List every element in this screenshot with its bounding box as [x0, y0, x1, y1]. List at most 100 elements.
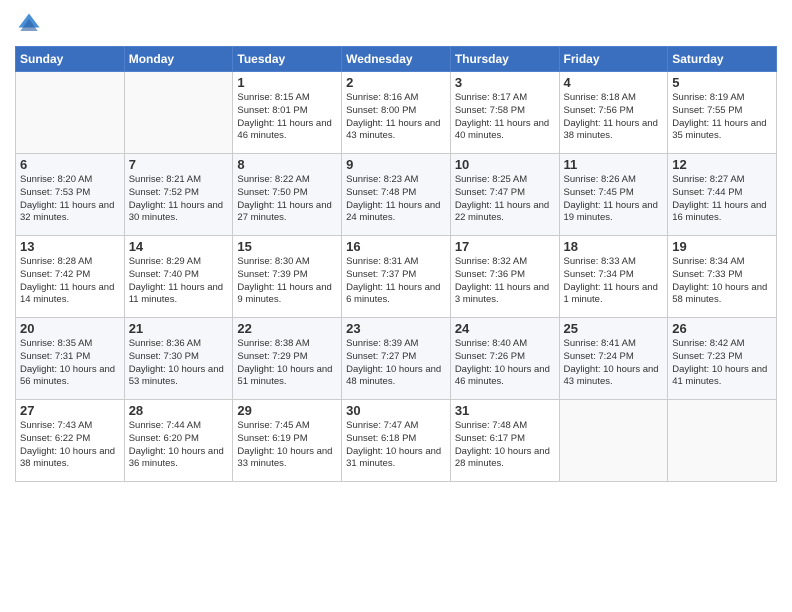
- day-number: 2: [346, 75, 446, 90]
- weekday-header-saturday: Saturday: [668, 47, 777, 72]
- calendar-cell: [559, 400, 668, 482]
- day-info: Sunrise: 8:15 AM Sunset: 8:01 PM Dayligh…: [237, 92, 337, 143]
- calendar-cell: 18 Sunrise: 8:33 AM Sunset: 7:34 PM Dayli…: [559, 236, 668, 318]
- calendar-cell: 29 Sunrise: 7:45 AM Sunset: 6:19 PM Dayli…: [233, 400, 342, 482]
- day-info: Sunrise: 8:17 AM Sunset: 7:58 PM Dayligh…: [455, 92, 555, 143]
- day-number: 7: [129, 157, 229, 172]
- day-info: Sunrise: 7:43 AM Sunset: 6:22 PM Dayligh…: [20, 420, 120, 471]
- day-number: 12: [672, 157, 772, 172]
- day-number: 16: [346, 239, 446, 254]
- weekday-header-tuesday: Tuesday: [233, 47, 342, 72]
- weekday-header-sunday: Sunday: [16, 47, 125, 72]
- header: [15, 10, 777, 38]
- calendar-cell: 20Sunrise: 8:35 AM Sunset: 7:31 PM Dayli…: [16, 318, 125, 400]
- day-number: 31: [455, 403, 555, 418]
- day-number: 9: [346, 157, 446, 172]
- weekday-header-row: SundayMondayTuesdayWednesdayThursdayFrid…: [16, 47, 777, 72]
- day-number: 14: [129, 239, 229, 254]
- day-number: 5: [672, 75, 772, 90]
- day-info: Sunrise: 8:33 AM Sunset: 7:34 PM Dayligh…: [564, 256, 664, 307]
- day-number: 13: [20, 239, 120, 254]
- calendar-cell: 25Sunrise: 8:41 AM Sunset: 7:24 PM Dayli…: [559, 318, 668, 400]
- week-row-2: 6Sunrise: 8:20 AM Sunset: 7:53 PM Daylig…: [16, 154, 777, 236]
- calendar-cell: 13 Sunrise: 8:28 AM Sunset: 7:42 PM Dayli…: [16, 236, 125, 318]
- calendar-cell: [16, 72, 125, 154]
- calendar-cell: [124, 72, 233, 154]
- calendar: SundayMondayTuesdayWednesdayThursdayFrid…: [15, 46, 777, 482]
- calendar-cell: 3 Sunrise: 8:17 AM Sunset: 7:58 PM Daylig…: [450, 72, 559, 154]
- day-number: 1: [237, 75, 337, 90]
- day-info: Sunrise: 8:28 AM Sunset: 7:42 PM Dayligh…: [20, 256, 120, 307]
- calendar-cell: 1 Sunrise: 8:15 AM Sunset: 8:01 PM Daylig…: [233, 72, 342, 154]
- day-info: Sunrise: 8:20 AM Sunset: 7:53 PM Dayligh…: [20, 174, 120, 225]
- calendar-cell: 12 Sunrise: 8:27 AM Sunset: 7:44 PM Dayli…: [668, 154, 777, 236]
- day-info: Sunrise: 8:29 AM Sunset: 7:40 PM Dayligh…: [129, 256, 229, 307]
- calendar-cell: 27 Sunrise: 7:43 AM Sunset: 6:22 PM Dayli…: [16, 400, 125, 482]
- calendar-cell: 22 Sunrise: 8:38 AM Sunset: 7:29 PM Dayli…: [233, 318, 342, 400]
- day-info: Sunrise: 8:25 AM Sunset: 7:47 PM Dayligh…: [455, 174, 555, 225]
- day-number: 19: [672, 239, 772, 254]
- day-info: Sunrise: 8:32 AM Sunset: 7:36 PM Dayligh…: [455, 256, 555, 307]
- calendar-cell: 2Sunrise: 8:16 AM Sunset: 8:00 PM Daylig…: [342, 72, 451, 154]
- day-info: Sunrise: 7:47 AM Sunset: 6:18 PM Dayligh…: [346, 420, 446, 471]
- day-info: Sunrise: 8:18 AM Sunset: 7:56 PM Dayligh…: [564, 92, 664, 143]
- day-number: 11: [564, 157, 664, 172]
- calendar-cell: 4 Sunrise: 8:18 AM Sunset: 7:56 PM Daylig…: [559, 72, 668, 154]
- day-number: 4: [564, 75, 664, 90]
- logo-icon: [15, 10, 43, 38]
- day-number: 10: [455, 157, 555, 172]
- day-info: Sunrise: 8:23 AM Sunset: 7:48 PM Dayligh…: [346, 174, 446, 225]
- calendar-cell: 10 Sunrise: 8:25 AM Sunset: 7:47 PM Dayli…: [450, 154, 559, 236]
- day-number: 26: [672, 321, 772, 336]
- day-number: 21: [129, 321, 229, 336]
- day-info: Sunrise: 8:40 AM Sunset: 7:26 PM Dayligh…: [455, 338, 555, 389]
- day-info: Sunrise: 8:19 AM Sunset: 7:55 PM Dayligh…: [672, 92, 772, 143]
- weekday-header-monday: Monday: [124, 47, 233, 72]
- week-row-3: 13 Sunrise: 8:28 AM Sunset: 7:42 PM Dayli…: [16, 236, 777, 318]
- day-info: Sunrise: 8:39 AM Sunset: 7:27 PM Dayligh…: [346, 338, 446, 389]
- calendar-cell: [668, 400, 777, 482]
- day-info: Sunrise: 8:31 AM Sunset: 7:37 PM Dayligh…: [346, 256, 446, 307]
- day-info: Sunrise: 8:36 AM Sunset: 7:30 PM Dayligh…: [129, 338, 229, 389]
- calendar-cell: 28Sunrise: 7:44 AM Sunset: 6:20 PM Dayli…: [124, 400, 233, 482]
- day-number: 30: [346, 403, 446, 418]
- day-number: 22: [237, 321, 337, 336]
- week-row-5: 27 Sunrise: 7:43 AM Sunset: 6:22 PM Dayli…: [16, 400, 777, 482]
- calendar-cell: 14 Sunrise: 8:29 AM Sunset: 7:40 PM Dayli…: [124, 236, 233, 318]
- day-number: 8: [237, 157, 337, 172]
- day-info: Sunrise: 8:26 AM Sunset: 7:45 PM Dayligh…: [564, 174, 664, 225]
- week-row-1: 1 Sunrise: 8:15 AM Sunset: 8:01 PM Daylig…: [16, 72, 777, 154]
- day-number: 23: [346, 321, 446, 336]
- day-info: Sunrise: 8:42 AM Sunset: 7:23 PM Dayligh…: [672, 338, 772, 389]
- calendar-cell: 17 Sunrise: 8:32 AM Sunset: 7:36 PM Dayli…: [450, 236, 559, 318]
- day-number: 25: [564, 321, 664, 336]
- calendar-cell: 16 Sunrise: 8:31 AM Sunset: 7:37 PM Dayli…: [342, 236, 451, 318]
- calendar-cell: 26 Sunrise: 8:42 AM Sunset: 7:23 PM Dayli…: [668, 318, 777, 400]
- calendar-cell: 24 Sunrise: 8:40 AM Sunset: 7:26 PM Dayli…: [450, 318, 559, 400]
- calendar-cell: 15 Sunrise: 8:30 AM Sunset: 7:39 PM Dayli…: [233, 236, 342, 318]
- day-number: 17: [455, 239, 555, 254]
- calendar-cell: 7 Sunrise: 8:21 AM Sunset: 7:52 PM Daylig…: [124, 154, 233, 236]
- day-info: Sunrise: 7:45 AM Sunset: 6:19 PM Dayligh…: [237, 420, 337, 471]
- calendar-cell: 8Sunrise: 8:22 AM Sunset: 7:50 PM Daylig…: [233, 154, 342, 236]
- day-number: 29: [237, 403, 337, 418]
- day-number: 24: [455, 321, 555, 336]
- day-number: 3: [455, 75, 555, 90]
- day-number: 18: [564, 239, 664, 254]
- calendar-cell: 21 Sunrise: 8:36 AM Sunset: 7:30 PM Dayli…: [124, 318, 233, 400]
- day-info: Sunrise: 7:48 AM Sunset: 6:17 PM Dayligh…: [455, 420, 555, 471]
- day-number: 20: [20, 321, 120, 336]
- calendar-cell: 6Sunrise: 8:20 AM Sunset: 7:53 PM Daylig…: [16, 154, 125, 236]
- week-row-4: 20Sunrise: 8:35 AM Sunset: 7:31 PM Dayli…: [16, 318, 777, 400]
- calendar-cell: 30 Sunrise: 7:47 AM Sunset: 6:18 PM Dayli…: [342, 400, 451, 482]
- day-number: 27: [20, 403, 120, 418]
- day-info: Sunrise: 8:27 AM Sunset: 7:44 PM Dayligh…: [672, 174, 772, 225]
- weekday-header-wednesday: Wednesday: [342, 47, 451, 72]
- day-info: Sunrise: 8:21 AM Sunset: 7:52 PM Dayligh…: [129, 174, 229, 225]
- calendar-cell: 11 Sunrise: 8:26 AM Sunset: 7:45 PM Dayli…: [559, 154, 668, 236]
- day-number: 28: [129, 403, 229, 418]
- day-info: Sunrise: 8:30 AM Sunset: 7:39 PM Dayligh…: [237, 256, 337, 307]
- day-info: Sunrise: 8:38 AM Sunset: 7:29 PM Dayligh…: [237, 338, 337, 389]
- calendar-cell: 31 Sunrise: 7:48 AM Sunset: 6:17 PM Dayli…: [450, 400, 559, 482]
- day-number: 15: [237, 239, 337, 254]
